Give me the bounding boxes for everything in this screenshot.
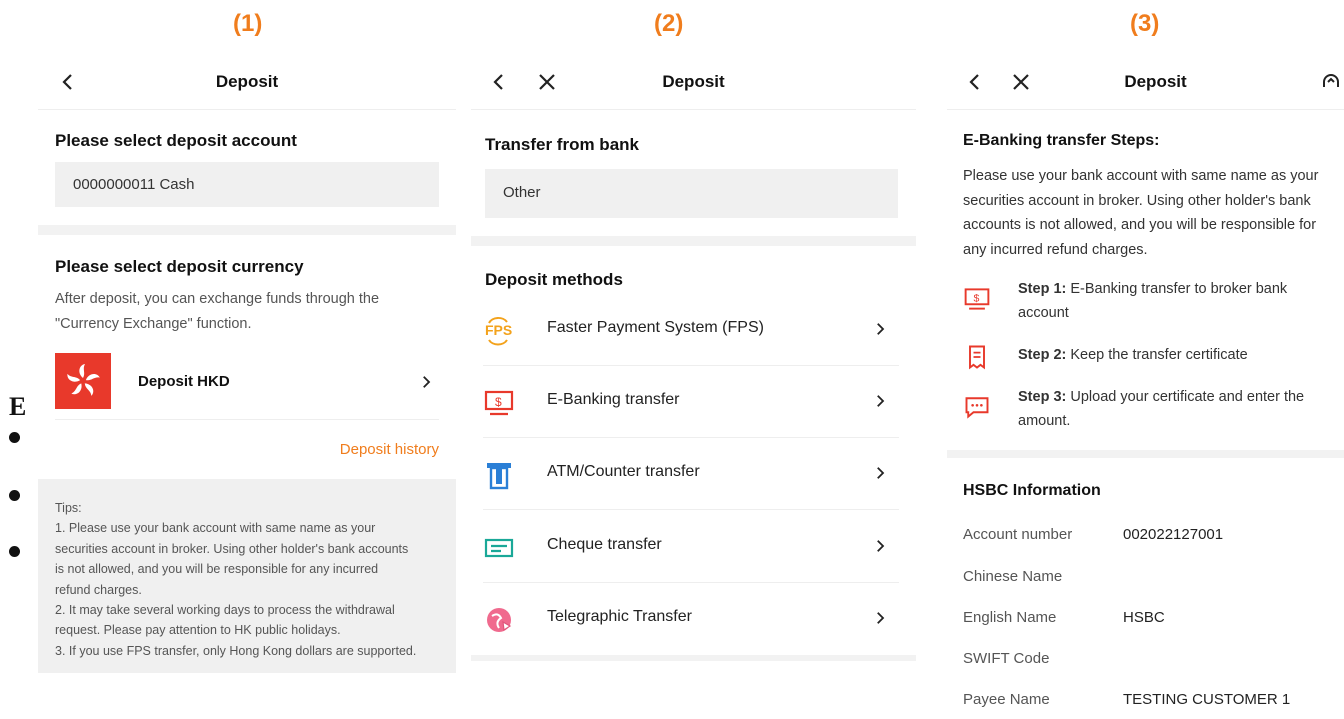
monitor-dollar-icon: $ [964,288,990,310]
panel-label-1: (1) [233,10,263,37]
hk-flag-icon [55,353,111,409]
deposit-hkd-item[interactable]: Deposit HKD [55,351,439,420]
chevron-right-icon [877,323,885,335]
svg-text:$: $ [974,293,980,305]
top-bar: Deposit [947,55,1344,110]
description-line: Please use your bank account with same n… [963,168,1319,184]
page-title: Deposit [662,72,725,91]
method-fps[interactable]: FPS Faster Payment System (FPS) [483,293,899,366]
deposit-screen-1: Deposit Please select deposit account 00… [38,55,456,675]
info-key: SWIFT Code [963,650,1050,667]
message-icon [965,397,989,419]
svg-text:FPS: FPS [485,322,512,338]
tips-line: refund charges. [55,582,142,597]
step-text: E-Banking transfer to broker bank [1066,281,1288,297]
info-key: English Name [963,609,1057,626]
tips-line: 1. Please use your bank account with sam… [55,521,376,536]
method-ebanking[interactable]: $ E-Banking transfer [483,365,899,438]
divider [471,655,916,661]
deposit-screen-3: Deposit E-Banking transfer Steps: Please… [947,55,1344,719]
bank-heading: Transfer from bank [485,135,639,154]
step-3: Step 3: Upload your certificate and ente… [963,385,1343,429]
step-text: Upload your certificate and enter the [1066,389,1305,405]
info-value: TESTING CUSTOMER 1 [1123,691,1291,708]
panel-label-3: (3) [1130,10,1160,37]
method-label: Cheque transfer [547,536,662,553]
currency-heading: Please select deposit currency [55,257,304,276]
info-key: Chinese Name [963,568,1063,585]
method-label: E-Banking transfer [547,391,680,408]
tips-line: 3. If you use FPS transfer, only Hong Ko… [55,643,417,658]
tips-box: Tips: 1. Please use your bank account wit… [38,479,456,673]
method-cheque[interactable]: Cheque transfer [483,510,899,583]
tips-line: 2. It may take several working days to p… [55,603,395,618]
tips-heading: Tips: [55,501,82,515]
overlay-bullet [9,546,20,557]
page-title: Deposit [215,72,279,91]
overlay-letter: E [9,392,27,421]
divider [947,450,1344,458]
top-bar: Deposit [471,55,916,110]
method-label: ATM/Counter transfer [547,463,700,480]
step-text: amount. [1018,413,1071,429]
receipt-icon [969,345,985,370]
chevron-right-icon [877,467,885,479]
currency-description: After deposit, you can exchange funds th… [55,291,380,307]
methods-heading: Deposit methods [485,270,623,289]
svg-text:$: $ [495,395,502,409]
page-title: Deposit [1124,72,1187,91]
chevron-right-icon [877,612,885,624]
atm-icon [487,463,511,490]
headset-icon[interactable] [1319,70,1343,94]
currency-description: "Currency Exchange" function. [55,316,252,332]
step-1: $ Step 1: E-Banking transfer to broker b… [963,277,1343,321]
divider [38,225,456,235]
description-line: accounts is not allowed, and you will be… [963,217,1317,233]
method-label: Telegraphic Transfer [547,608,692,625]
step-number: Step 3: [1018,389,1067,405]
tips-line: securities account in broker. Using othe… [55,541,409,556]
description-line: securities account in broker. Using othe… [963,192,1311,209]
chevron-right-icon [423,376,431,388]
panel-label-2: (2) [654,10,684,37]
top-bar: Deposit [38,55,456,110]
info-value: 002022127001 [1123,526,1224,543]
account-heading: Please select deposit account [55,131,297,150]
divider [471,236,916,246]
steps-heading: E-Banking transfer Steps: [963,132,1160,149]
chevron-right-icon [877,540,885,552]
deposit-screen-2: Deposit Transfer from bank Other Deposit… [471,55,916,665]
fps-icon: FPS [485,316,512,346]
info-value: HSBC [1123,609,1165,626]
description-line: any incurred refund charges. [963,241,1148,258]
step-number: Step 2: [1018,347,1067,363]
method-telegraphic[interactable]: Telegraphic Transfer [483,582,899,654]
cheque-icon [484,538,514,558]
method-atm[interactable]: ATM/Counter transfer [483,437,899,510]
bank-value: Other [503,184,541,201]
tips-line: request. Please pay attention to HK publ… [55,623,341,638]
steps-description: Please use your bank account with same n… [963,164,1318,262]
overlay-bullet [9,490,20,501]
step-2: Step 2: Keep the transfer certificate [963,343,1343,373]
globe-arrow-icon [487,608,512,632]
info-key: Payee Name [963,691,1050,708]
step-text: account [1018,305,1069,321]
overlay-bullet [9,432,20,443]
currency-item-label: Deposit HKD [138,373,230,390]
deposit-history-link[interactable]: Deposit history [340,441,439,458]
info-heading: HSBC Information [963,482,1101,499]
method-label: Faster Payment System (FPS) [547,319,764,336]
account-value: 0000000011 Cash [73,176,195,193]
step-number: Step 1: [1018,281,1067,297]
monitor-dollar-icon: $ [484,390,514,416]
chevron-right-icon [877,395,885,407]
tips-line: is not allowed, and you will be responsi… [55,562,379,577]
step-text: Keep the transfer certificate [1066,347,1248,363]
account-select[interactable]: 0000000011 Cash [55,162,439,207]
info-key: Account number [963,526,1073,543]
bank-select[interactable]: Other [485,169,898,218]
